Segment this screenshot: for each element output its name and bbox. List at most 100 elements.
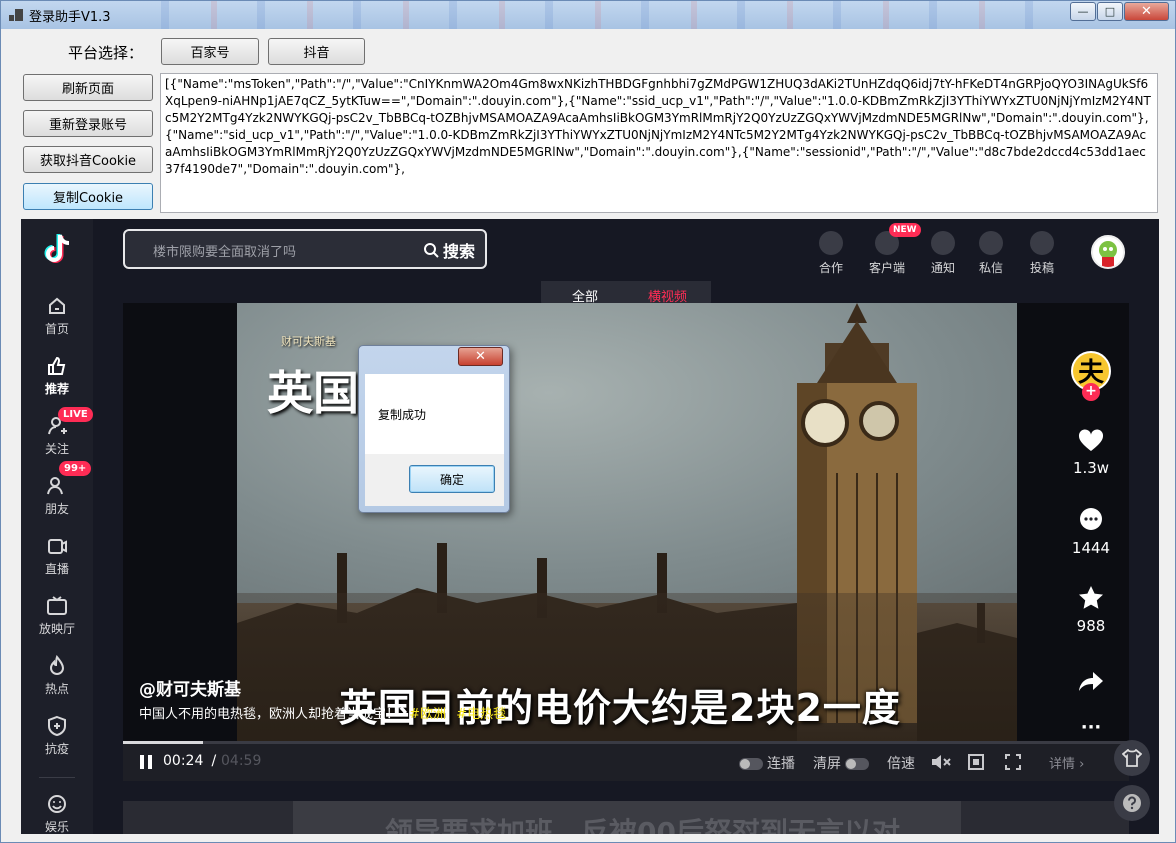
star-icon [1079, 586, 1103, 609]
top-notify-label: 通知 [930, 261, 955, 275]
next-video-preview[interactable]: 领导要求加班，反被00后怒怼到无言以对 [123, 801, 1129, 834]
nav-hot-label: 热点 [44, 682, 69, 696]
window-title: 登录助手V1.3 [29, 10, 111, 25]
video-watermark: 财可夫斯基 [281, 335, 336, 348]
dialog-body: 复制成功 [365, 374, 504, 454]
nav-antiepidemic-label: 抗疫 [44, 742, 69, 756]
like-count: 1.3w [1072, 459, 1110, 477]
share-icon [1079, 672, 1103, 691]
copy-success-dialog: ✕ 复制成功 确定 [358, 345, 510, 513]
fullscreen-icon[interactable] [1005, 754, 1021, 770]
more-button[interactable]: ··· [1061, 717, 1121, 738]
platform-label: 平台选择： [68, 44, 144, 62]
video-overlay-title: 英国 [267, 366, 359, 420]
autoplay-switch[interactable] [739, 758, 763, 770]
like-action[interactable]: 1.3w [1061, 429, 1121, 477]
clear-screen-toggle[interactable]: 清屏 [813, 753, 873, 773]
shield-plus-icon [48, 715, 66, 737]
platform-douyin-button[interactable]: 抖音 [268, 38, 365, 65]
bell-icon [931, 231, 955, 255]
nav-hot[interactable]: 热点 [21, 655, 93, 697]
dialog-message: 复制成功 [378, 408, 427, 422]
top-message-label: 私信 [978, 261, 1003, 275]
nav-home[interactable]: 首页 [21, 295, 93, 337]
top-message[interactable]: 私信 [969, 231, 1013, 276]
search-box[interactable]: 楼市限购要全面取消了吗 搜索 [123, 229, 487, 269]
smile-icon [48, 795, 66, 813]
clear-screen-switch[interactable] [845, 758, 870, 770]
nav-entertainment-label: 娱乐 [44, 820, 69, 834]
top-bar: 楼市限购要全面取消了吗 搜索 合作 NEW 客户端 通知 私信 投稿 [93, 219, 1159, 279]
friends-icon [47, 477, 63, 495]
get-cookie-button[interactable]: 获取抖音Cookie [23, 146, 153, 173]
top-cooperate[interactable]: 合作 [809, 231, 853, 276]
video-tag-1[interactable]: #欧洲 [409, 707, 446, 722]
search-input[interactable]: 楼市限购要全面取消了吗 [153, 241, 296, 260]
douyin-logo-icon[interactable] [41, 231, 75, 267]
nav-divider [39, 777, 75, 778]
search-button-label: 搜索 [442, 242, 475, 261]
autoplay-toggle[interactable]: 连播 [739, 753, 795, 773]
douyin-webview: 首页 推荐 关注 LIVE 朋友 99+ 直播 放映厅 热点 抗疫 娱乐 楼市限… [21, 219, 1159, 834]
details-button[interactable]: 详情 › [1049, 753, 1084, 772]
tv-icon [47, 596, 67, 615]
minimize-button[interactable]: — [1070, 2, 1096, 21]
nav-friends-label: 朋友 [44, 502, 69, 516]
comment-action[interactable]: 1444 [1061, 507, 1121, 557]
help-button[interactable] [1114, 785, 1150, 821]
copy-cookie-button[interactable]: 复制Cookie [23, 183, 153, 210]
clear-screen-label: 清屏 [813, 756, 841, 772]
nav-home-label: 首页 [44, 322, 69, 336]
share-action[interactable] [1061, 671, 1121, 699]
live-icon [48, 539, 67, 554]
pip-icon[interactable] [968, 754, 984, 770]
nav-live[interactable]: 直播 [21, 535, 93, 577]
video-tag-2[interactable]: #电热毯 [456, 707, 506, 722]
top-upload[interactable]: 投稿 [1020, 231, 1064, 276]
help-icon [1123, 794, 1141, 812]
time-total: 04:59 [221, 753, 262, 769]
creator-avatar[interactable]: 夫 + [1061, 351, 1121, 401]
close-button[interactable]: ✕ [1124, 2, 1169, 21]
platform-baijiahao-button[interactable]: 百家号 [161, 38, 259, 65]
nav-follow[interactable]: 关注 LIVE [21, 407, 93, 457]
user-avatar[interactable] [1091, 235, 1125, 269]
avatar-image [1099, 241, 1117, 267]
maximize-button[interactable]: □ [1097, 2, 1123, 21]
dialog-ok-button[interactable]: 确定 [409, 465, 495, 493]
nav-friends[interactable]: 朋友 99+ [21, 461, 93, 517]
home-icon [49, 297, 65, 314]
favorite-action[interactable]: 988 [1061, 585, 1121, 635]
top-cooperate-label: 合作 [818, 261, 843, 275]
progress-bar[interactable] [123, 741, 1129, 744]
nav-recommend[interactable]: 推荐 [21, 355, 93, 397]
message-icon [979, 231, 1003, 255]
nav-entertainment[interactable]: 娱乐 [21, 793, 93, 834]
speed-button[interactable]: 倍速 [887, 753, 915, 773]
video-frame[interactable]: 英国 财可夫斯基 [237, 303, 1017, 741]
refresh-page-button[interactable]: 刷新页面 [23, 74, 153, 101]
pause-icon[interactable] [139, 754, 153, 770]
volume-mute-icon[interactable] [931, 754, 951, 770]
progress-fill [123, 741, 204, 744]
friends-count-badge: 99+ [59, 461, 92, 476]
video-player[interactable]: 英国 财可夫斯基 英国目前的电价大约是2块2一度 @财可夫斯基 中国人不用的电热… [123, 303, 1129, 781]
dialog-footer: 确定 [365, 454, 504, 506]
video-author[interactable]: @财可夫斯基 [139, 675, 241, 700]
relogin-button[interactable]: 重新登录账号 [23, 110, 153, 137]
nav-antiepidemic[interactable]: 抗疫 [21, 715, 93, 757]
new-badge: NEW [889, 223, 921, 237]
top-client[interactable]: NEW 客户端 [865, 223, 921, 276]
client-area: 平台选择： 百家号 抖音 刷新页面 重新登录账号 获取抖音Cookie 复制Co… [8, 30, 1170, 838]
top-upload-label: 投稿 [1029, 261, 1054, 275]
cookie-textbox[interactable]: [{"Name":"msToken","Path":"/","Value":"C… [160, 73, 1158, 213]
left-nav: 首页 推荐 关注 LIVE 朋友 99+ 直播 放映厅 热点 抗疫 娱乐 [21, 219, 93, 834]
title-bar: 登录助手V1.3 — □ ✕ [1, 1, 1175, 29]
nav-cinema[interactable]: 放映厅 [21, 595, 93, 637]
search-button[interactable]: 搜索 [423, 238, 475, 262]
titlebar-background [121, 1, 1061, 29]
app-window: 登录助手V1.3 — □ ✕ 平台选择： 百家号 抖音 刷新页面 重新登录账号 … [0, 0, 1176, 843]
top-notify[interactable]: 通知 [921, 231, 965, 276]
theme-shirt-button[interactable] [1114, 740, 1150, 776]
dialog-close-button[interactable]: ✕ [458, 347, 503, 366]
